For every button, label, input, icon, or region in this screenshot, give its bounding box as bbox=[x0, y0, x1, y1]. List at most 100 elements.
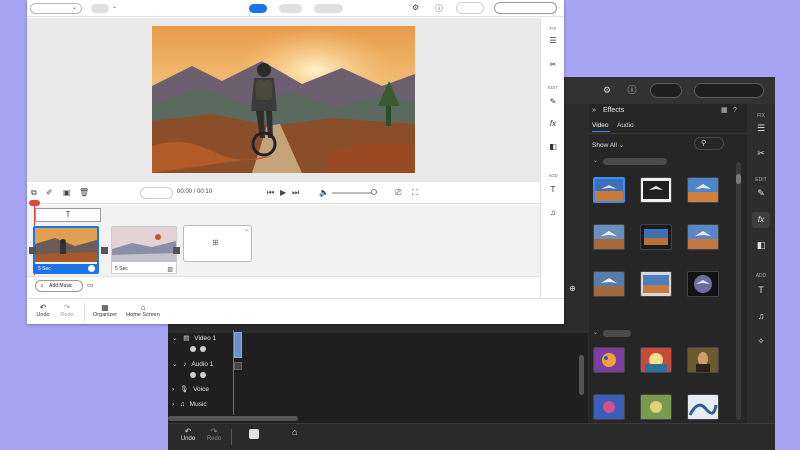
effect-thumbnail[interactable] bbox=[687, 347, 719, 373]
track-music[interactable]: › ♫ Music bbox=[172, 399, 207, 411]
effect-thumbnail[interactable] bbox=[687, 177, 719, 203]
search-button[interactable]: ⚲ bbox=[694, 137, 724, 150]
gear-icon[interactable]: ⚙ bbox=[412, 3, 419, 12]
track-controls[interactable] bbox=[190, 346, 214, 352]
light-pill-button[interactable] bbox=[456, 2, 484, 14]
image-icon: ▨ bbox=[167, 267, 173, 273]
effect-thumbnail[interactable] bbox=[593, 177, 625, 203]
add-text-button[interactable]: T bbox=[35, 208, 101, 222]
clip-2[interactable]: 5 Sec ▨ bbox=[111, 226, 177, 274]
adjust-icon[interactable]: ☰ bbox=[747, 123, 775, 134]
volume-slider-handle[interactable] bbox=[371, 189, 377, 195]
chevron-down-icon[interactable]: ⌄ bbox=[112, 3, 117, 10]
show-all-dropdown[interactable]: Show All ⌄ bbox=[592, 141, 624, 149]
effect-thumbnail[interactable] bbox=[593, 271, 625, 297]
effect-thumbnail[interactable] bbox=[640, 394, 672, 420]
effect-thumbnail[interactable] bbox=[640, 271, 672, 297]
organizer-icon[interactable] bbox=[249, 429, 259, 439]
music-icon[interactable]: ♫ bbox=[747, 311, 775, 321]
timeline-h-scrollbar[interactable] bbox=[168, 416, 298, 421]
mode-advanced-tab[interactable] bbox=[314, 4, 343, 13]
effect-thumbnail[interactable] bbox=[593, 347, 625, 373]
zoom-icon[interactable]: ⊕ bbox=[569, 284, 576, 293]
fx-button[interactable]: fx bbox=[541, 119, 565, 128]
contrast-icon[interactable]: ◧ bbox=[747, 240, 775, 251]
effect-thumbnail[interactable] bbox=[593, 394, 625, 420]
text-icon[interactable]: T bbox=[747, 285, 775, 295]
redo-button[interactable]: ↷ Redo bbox=[204, 427, 224, 442]
effect-thumbnail[interactable] bbox=[687, 394, 719, 420]
effect-thumbnail[interactable] bbox=[687, 271, 719, 297]
effect-thumbnail[interactable] bbox=[687, 224, 719, 250]
music-icon[interactable]: ♫ bbox=[541, 208, 565, 217]
undo-button[interactable]: ↶ Undo bbox=[33, 303, 53, 318]
home-screen-button[interactable]: ⌂ Home Screen bbox=[125, 303, 161, 318]
store-icon[interactable]: ▦ bbox=[721, 104, 728, 118]
gear-icon[interactable]: ⚙ bbox=[601, 84, 613, 96]
color-icon[interactable]: ✎ bbox=[541, 97, 565, 106]
trash-icon[interactable]: 🗑 bbox=[79, 188, 89, 197]
chevron-down-icon[interactable]: ⌄ bbox=[593, 157, 598, 164]
tab-audio[interactable]: Audio bbox=[617, 120, 637, 132]
info-icon[interactable]: ⓘ bbox=[435, 3, 443, 14]
split-icon[interactable]: ▣ bbox=[63, 188, 71, 197]
mode-guided-tab[interactable] bbox=[279, 4, 302, 13]
track-controls[interactable] bbox=[190, 372, 214, 378]
color-icon[interactable]: ✎ bbox=[747, 188, 775, 199]
tab-video[interactable]: Video bbox=[592, 120, 610, 132]
timeline-v-scrollbar[interactable] bbox=[579, 355, 584, 395]
add-music-button[interactable]: ♫ Add Music bbox=[35, 280, 83, 292]
adjust-icon[interactable]: ☰ bbox=[541, 36, 565, 45]
effects-scrollbar[interactable] bbox=[736, 162, 741, 420]
chevron-down-icon[interactable]: ⌄ bbox=[593, 329, 598, 336]
transition-icon[interactable] bbox=[101, 247, 108, 254]
light-export-button[interactable] bbox=[494, 2, 557, 14]
more-icon[interactable] bbox=[88, 265, 95, 272]
effect-thumbnail[interactable] bbox=[640, 224, 672, 250]
edit-clip-icon[interactable]: ✐ bbox=[46, 188, 53, 197]
expand-icon[interactable]: » bbox=[592, 104, 596, 118]
transition-icon[interactable] bbox=[173, 247, 180, 254]
folder-icon[interactable]: ▭ bbox=[87, 281, 94, 289]
add-media-dropzone[interactable]: ⊞ ⌄ bbox=[183, 225, 252, 262]
home-icon[interactable]: ⌂ bbox=[292, 427, 297, 437]
skip-forward-icon[interactable]: ⏭ bbox=[292, 188, 299, 198]
open-dropdown[interactable]: ⌄ bbox=[30, 3, 82, 14]
undo-button[interactable]: ↶ Undo bbox=[178, 427, 198, 442]
effect-thumbnail[interactable] bbox=[640, 177, 672, 203]
tools-icon[interactable]: ✂ bbox=[541, 60, 565, 69]
effect-thumbnail[interactable] bbox=[640, 347, 672, 373]
redo-button[interactable]: ↷ Redo bbox=[57, 303, 77, 318]
track-voice[interactable]: › 🎙 Voice bbox=[172, 384, 209, 396]
dark-export-button[interactable] bbox=[694, 83, 764, 98]
play-icon[interactable]: ▶ bbox=[280, 188, 286, 197]
preview-image[interactable] bbox=[152, 26, 415, 173]
help-icon[interactable]: ? bbox=[733, 104, 737, 118]
track-audio-1[interactable]: ⌄ ♪ Audio 1 bbox=[172, 359, 213, 371]
volume-icon[interactable]: 🔈 bbox=[319, 188, 329, 197]
video-clip[interactable] bbox=[234, 332, 242, 358]
monitor-icon[interactable]: ⎚ bbox=[395, 188, 401, 198]
create-dropdown[interactable] bbox=[91, 4, 109, 13]
media-icon[interactable]: ⧉ bbox=[31, 188, 37, 198]
transition-icon[interactable] bbox=[29, 247, 36, 254]
text-icon[interactable]: T bbox=[541, 185, 565, 194]
info-icon[interactable]: ⓘ bbox=[626, 84, 638, 96]
organizer-button[interactable]: ▦ Organizer bbox=[90, 303, 120, 318]
fx-button[interactable]: fx bbox=[752, 212, 770, 228]
fullscreen-icon[interactable]: ⛶ bbox=[412, 188, 418, 198]
audio-clip[interactable] bbox=[234, 362, 242, 370]
redo-icon: ↷ bbox=[63, 303, 71, 312]
skip-back-icon[interactable]: ⏮ bbox=[267, 188, 274, 198]
mode-quick-tab[interactable] bbox=[249, 4, 267, 13]
dark-pill-button[interactable] bbox=[650, 83, 682, 98]
contrast-icon[interactable]: ◧ bbox=[541, 142, 565, 151]
track-video-1[interactable]: ⌄ ▤ Video 1 bbox=[172, 333, 216, 345]
effect-thumbnail[interactable] bbox=[593, 224, 625, 250]
clip-1[interactable]: 5 Sec bbox=[33, 226, 99, 274]
tools-icon[interactable]: ✂ bbox=[747, 148, 775, 159]
graphics-icon[interactable]: ✧ bbox=[747, 336, 775, 347]
fit-dropdown[interactable] bbox=[140, 187, 173, 199]
chevron-down-icon[interactable]: ⌄ bbox=[244, 226, 249, 233]
volume-slider[interactable] bbox=[332, 192, 372, 194]
